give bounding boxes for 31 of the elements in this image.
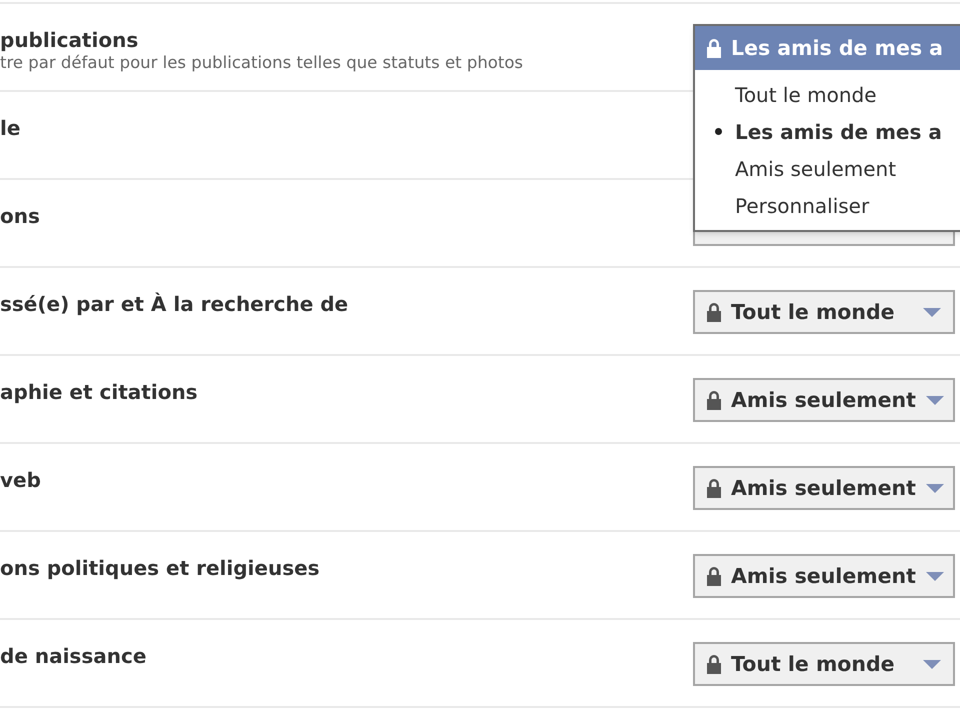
menu-option[interactable]: Personnaliser <box>695 187 960 224</box>
setting-title: de naissance <box>0 644 146 668</box>
privacy-dropdown[interactable]: Amis seulement <box>693 378 955 422</box>
menu-option[interactable]: Tout le monde <box>695 76 960 113</box>
caret-icon <box>923 308 941 316</box>
caret-icon <box>923 660 941 668</box>
menu-option[interactable]: Amis seulement <box>695 150 960 187</box>
setting-title: publications <box>0 28 140 52</box>
lock-icon <box>707 390 721 410</box>
privacy-dropdown[interactable]: Tout le monde <box>693 290 955 334</box>
setting-title: ons <box>0 204 40 228</box>
privacy-dropdown[interactable]: Les amis de mes a <box>695 26 960 70</box>
setting-title: aphie et citations <box>0 380 198 404</box>
bullet-icon <box>715 128 722 135</box>
lock-icon <box>707 566 721 586</box>
privacy-dropdown[interactable]: Tout le monde <box>693 642 955 686</box>
lock-icon <box>707 478 721 498</box>
privacy-dropdown[interactable]: Amis seulement <box>693 466 955 510</box>
caret-icon <box>926 484 944 492</box>
setting-title: ssé(e) par et À la recherche de <box>0 292 348 316</box>
caret-icon <box>926 572 944 580</box>
lock-icon <box>707 38 721 58</box>
caret-icon <box>926 396 944 404</box>
setting-title: le <box>0 116 20 140</box>
lock-icon <box>707 302 721 322</box>
privacy-dropdown[interactable]: Amis seulement <box>693 554 955 598</box>
setting-title: ons politiques et religieuses <box>0 556 320 580</box>
lock-icon <box>707 654 721 674</box>
setting-title: veb <box>0 468 41 492</box>
menu-option[interactable]: Les amis de mes a <box>695 113 960 150</box>
setting-description: tre par défaut pour les publications telles que statuts et photos <box>0 52 524 74</box>
